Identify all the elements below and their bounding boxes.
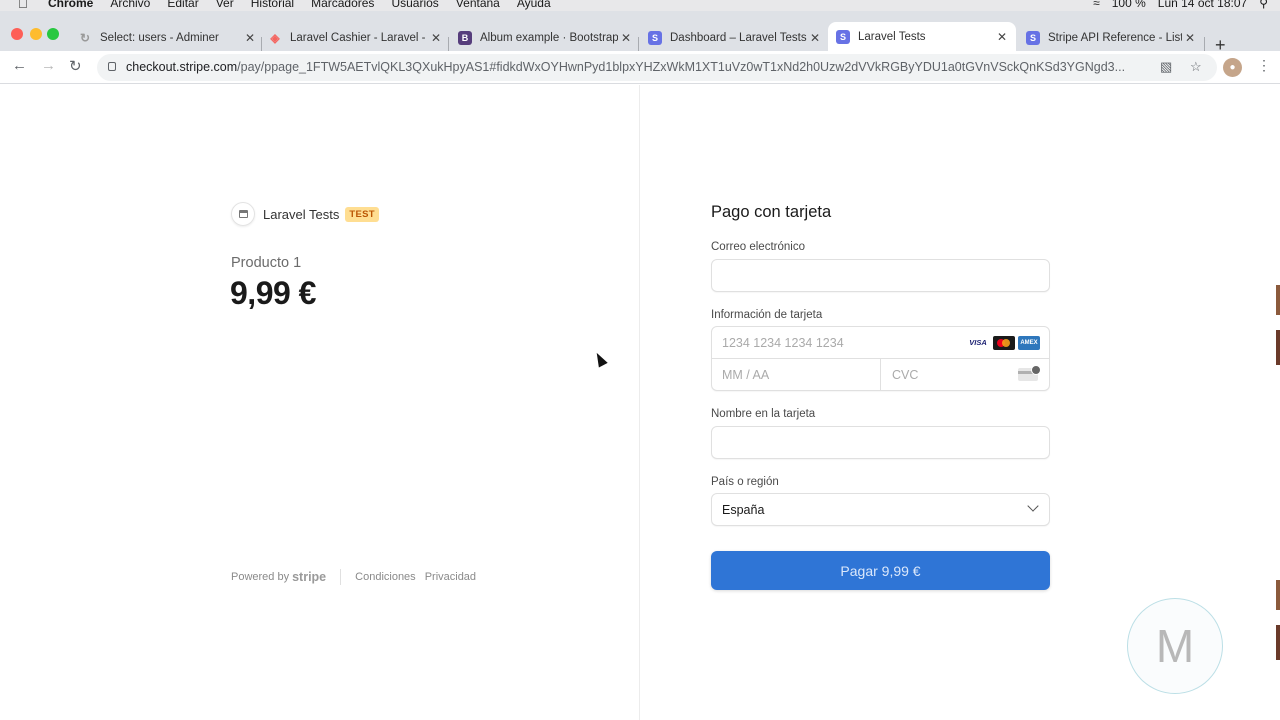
tab-title: Laravel Cashier - Laravel - [290, 31, 426, 44]
tab-laravel-tests[interactable]: S Laravel Tests ✕ [828, 22, 1016, 51]
tab-stripe-api[interactable]: S Stripe API Reference - List ✕ [1026, 24, 1198, 51]
stripe-logo[interactable]: stripe [292, 570, 326, 584]
stripe-icon: S [836, 29, 850, 44]
merchant-header: Laravel Tests TEST [231, 202, 379, 226]
menu-historial[interactable]: Historial [251, 0, 294, 10]
email-field[interactable] [711, 259, 1050, 292]
card-info-label: Información de tarjeta [711, 309, 823, 321]
clock[interactable]: Lun 14 oct 18:07 [1158, 0, 1247, 10]
pay-button[interactable]: Pagar 9,99 € [711, 551, 1050, 590]
url-text[interactable]: checkout.stripe.com/pay/ppage_1FTW5AETvl… [126, 60, 1136, 74]
browser-toolbar: ← → ↻ checkout.stripe.com/pay/ppage_1FTW… [0, 51, 1280, 84]
bootstrap-icon: B [458, 30, 472, 45]
menu-ventana[interactable]: Ventana [456, 0, 500, 10]
expiry-input[interactable]: MM / AA [722, 368, 769, 382]
tab-title: Select: users - Adminer [100, 31, 219, 44]
country-value: España [722, 503, 765, 517]
menu-ver[interactable]: Ver [216, 0, 234, 10]
tab-album-example[interactable]: B Album example · Bootstrap ✕ [458, 24, 634, 51]
app-menus: Chrome Archivo Editar Ver Historial Marc… [48, 0, 551, 10]
card-field-divider [880, 359, 881, 391]
close-tab-icon[interactable]: ✕ [618, 31, 634, 45]
url-host: checkout.stripe.com [126, 60, 238, 74]
reload-icon[interactable]: ↻ [69, 57, 82, 75]
forward-arrow-icon[interactable]: → [41, 57, 56, 74]
mastercard-icon [993, 336, 1015, 350]
minimize-window-button[interactable] [30, 28, 42, 40]
menu-editar[interactable]: Editar [167, 0, 198, 10]
product-price: 9,99 € [230, 275, 316, 311]
cardholder-name-label: Nombre en la tarjeta [711, 408, 816, 420]
close-tab-icon[interactable]: ✕ [1182, 31, 1198, 45]
zoom-window-button[interactable] [47, 28, 59, 40]
adjacent-window-edge [1276, 85, 1280, 720]
menu-kebab-icon[interactable]: ⋮ [1257, 57, 1271, 74]
form-title: Pago con tarjeta [711, 203, 832, 221]
cardholder-name-field[interactable] [711, 426, 1050, 459]
card-number-placeholder: 1234 1234 1234 1234 [722, 336, 844, 350]
tab-dashboard[interactable]: S Dashboard – Laravel Tests ✕ [648, 24, 823, 51]
menu-usuarios[interactable]: Usuarios [391, 0, 438, 10]
laravel-icon: ◈ [270, 30, 280, 45]
status-area: ≈ 100 % Lun 14 oct 18:07 ⚲ [1093, 0, 1268, 10]
address-bar[interactable]: checkout.stripe.com/pay/ppage_1FTW5AETvl… [97, 54, 1217, 81]
tab-strip: ↻ Select: users - Adminer ✕ ◈ Laravel Ca… [0, 11, 1280, 55]
close-tab-icon[interactable]: ✕ [428, 31, 444, 45]
terms-link[interactable]: Condiciones [355, 571, 416, 583]
tab-title: Album example · Bootstrap [480, 31, 618, 44]
powered-by-text: Powered by [231, 571, 290, 583]
adminer-icon: ↻ [79, 30, 91, 45]
tab-laravel-cashier[interactable]: ◈ Laravel Cashier - Laravel - ✕ [268, 24, 444, 51]
url-path: /pay/ppage_1FTW5AETvlQKL3QXukHpyAS1#fidk… [237, 60, 1126, 74]
amex-icon: AMEX [1018, 336, 1040, 350]
apple-icon[interactable]:  [18, 0, 28, 11]
store-icon [231, 202, 255, 226]
product-name: Producto 1 [231, 255, 302, 271]
tab-adminer[interactable]: ↻ Select: users - Adminer ✕ [78, 24, 258, 51]
footer-separator [340, 569, 342, 585]
bookmark-star-icon[interactable]: ☆ [1190, 59, 1202, 75]
tab-title: Stripe API Reference - List [1048, 31, 1182, 44]
stripe-icon: S [648, 30, 662, 45]
close-tab-icon[interactable]: ✕ [994, 30, 1010, 44]
tab-title: Dashboard – Laravel Tests [670, 31, 807, 44]
close-tab-icon[interactable]: ✕ [242, 31, 258, 45]
cvc-card-icon [1018, 365, 1041, 381]
order-summary-pane [0, 85, 640, 720]
card-info-group: 1234 1234 1234 1234 VISA AMEX MM / AA CV… [711, 326, 1050, 391]
watermark-logo: M [1127, 598, 1223, 694]
country-select[interactable]: España [711, 493, 1050, 526]
country-label: País o región [711, 476, 779, 488]
menu-app[interactable]: Chrome [48, 0, 93, 10]
menu-ayuda[interactable]: Ayuda [517, 0, 551, 10]
email-label: Correo electrónico [711, 241, 805, 253]
cvc-input[interactable]: CVC [892, 368, 918, 382]
stripe-icon: S [1026, 30, 1040, 45]
macos-menubar:  Chrome Archivo Editar Ver Historial Ma… [0, 0, 1280, 11]
battery-level[interactable]: 100 % [1112, 0, 1146, 10]
back-arrow-icon[interactable]: ← [12, 57, 27, 74]
wifi-icon[interactable]: ≈ [1093, 0, 1100, 10]
visa-icon: VISA [967, 336, 989, 350]
menu-archivo[interactable]: Archivo [110, 0, 150, 10]
profile-avatar-icon[interactable]: ● [1223, 58, 1242, 77]
checkout-footer: Powered by stripe Condiciones Privacidad [231, 569, 485, 585]
test-mode-badge: TEST [345, 206, 379, 222]
translate-icon[interactable]: ▧ [1160, 59, 1172, 75]
chevron-down-icon [1027, 500, 1039, 512]
menu-marcadores[interactable]: Marcadores [311, 0, 374, 10]
close-tab-icon[interactable]: ✕ [807, 31, 823, 45]
card-number-input[interactable]: 1234 1234 1234 1234 VISA AMEX [712, 327, 1049, 359]
tab-title: Laravel Tests [858, 30, 926, 43]
privacy-link[interactable]: Privacidad [425, 571, 476, 583]
close-window-button[interactable] [11, 28, 23, 40]
lock-icon[interactable] [108, 62, 116, 71]
merchant-name: Laravel Tests [263, 206, 340, 222]
spotlight-icon[interactable]: ⚲ [1259, 0, 1268, 10]
